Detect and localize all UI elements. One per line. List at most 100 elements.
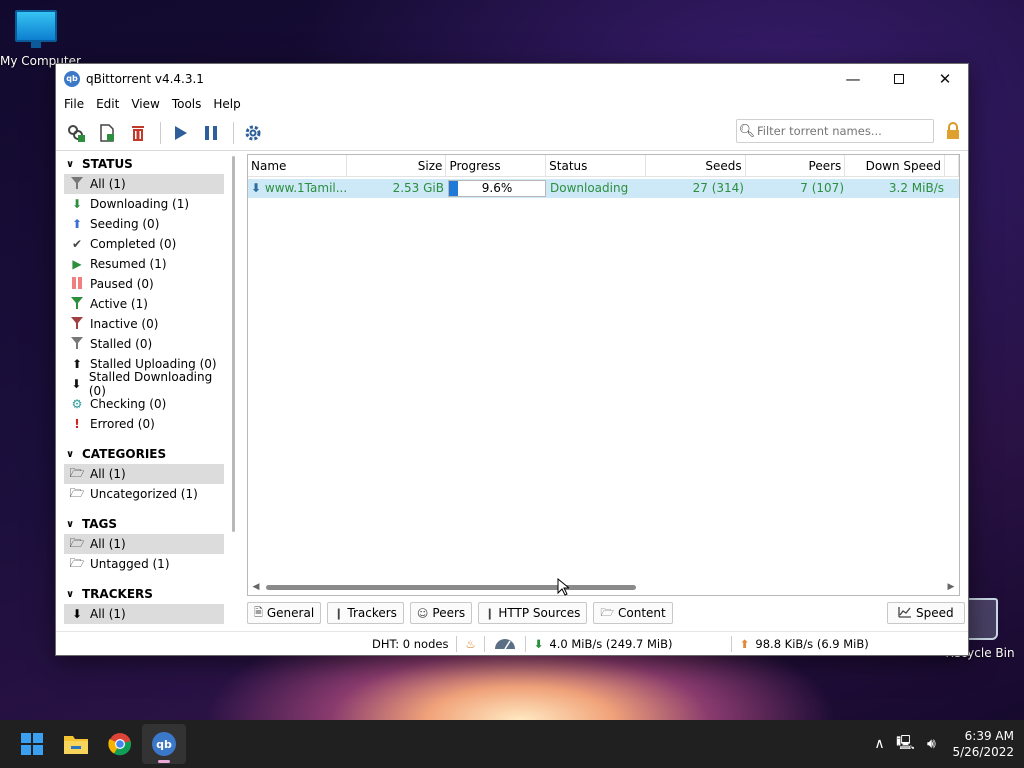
search-icon: 🔍︎ — [738, 123, 756, 139]
chevron-up-icon[interactable]: ∧ — [866, 736, 892, 752]
tab-label: Content — [618, 606, 666, 620]
add-torrent-file-button[interactable] — [93, 119, 121, 147]
clock-time: 6:39 AM — [964, 729, 1014, 743]
tag-label: All (1) — [90, 537, 126, 551]
clock-date: 5/26/2022 — [952, 745, 1014, 759]
file-explorer-button[interactable] — [54, 724, 98, 764]
status-filter-item[interactable]: Inactive (0) — [64, 314, 224, 334]
tab-content[interactable]: 🗁︎ Content — [593, 602, 673, 624]
menu-file[interactable]: File — [58, 97, 90, 111]
delete-button[interactable] — [124, 119, 152, 147]
category-item-all[interactable]: 🗁︎ All (1) — [64, 464, 224, 484]
upload-speed-status[interactable]: ⬆︎ 98.8 KiB/s (6.9 MiB) — [732, 632, 877, 656]
download-speed-status[interactable]: ⬇︎ 4.0 MiB/s (249.7 MiB) — [526, 632, 731, 656]
resume-icon — [175, 125, 187, 140]
qbittorrent-taskbar-button[interactable]: qb — [142, 724, 186, 764]
horizontal-scrollbar[interactable]: ◀ ▶ — [248, 579, 959, 595]
status-filter-item[interactable]: ▶︎ Resumed (1) — [64, 254, 224, 274]
options-gear-icon — [245, 125, 261, 140]
scroll-left-icon[interactable]: ◀ — [248, 582, 264, 592]
status-filter-item[interactable]: Paused (0) — [64, 274, 224, 294]
categories-section-header[interactable]: ∨ CATEGORIES — [64, 444, 236, 464]
title-bar[interactable]: qb qBittorrent v4.4.3.1 — ✕ — [56, 64, 968, 93]
menu-edit[interactable]: Edit — [90, 97, 125, 111]
tab-general[interactable]: 🗎︎ General — [247, 602, 322, 624]
close-button[interactable]: ✕ — [922, 64, 968, 93]
tag-item-all[interactable]: 🗁︎ All (1) — [64, 534, 224, 554]
menu-tools[interactable]: Tools — [166, 97, 208, 111]
transfer-list: Name Size Progress Status Seeds Peers Do… — [247, 154, 960, 596]
status-filter-item[interactable]: Active (1) — [64, 294, 224, 314]
desktop-icon-my-computer[interactable]: My Computer — [0, 10, 81, 68]
trackers-section-header[interactable]: ∨ TRACKERS — [64, 584, 236, 604]
tab-http-sources[interactable]: ❙ HTTP Sources — [478, 602, 588, 624]
status-filter-item[interactable]: ✔︎ Completed (0) — [64, 234, 224, 254]
mouse-cursor-icon — [557, 578, 569, 596]
status-filter-label: Stalled Uploading (0) — [90, 357, 217, 371]
status-filter-item[interactable]: All (1) — [64, 174, 224, 194]
sidebar-scrollbar[interactable] — [232, 156, 235, 532]
speed-limits-icon[interactable] — [485, 632, 525, 656]
error-icon: ! — [74, 417, 80, 431]
connection-status-icon[interactable]: ♨︎ — [457, 632, 483, 656]
tracker-item-all[interactable]: ⬇︎ All (1) — [64, 604, 224, 624]
status-filter-label: Stalled (0) — [90, 337, 153, 351]
tab-label: Speed — [916, 606, 954, 620]
network-icon[interactable]: 🖳︎ — [892, 732, 918, 756]
column-header-peers[interactable]: Peers — [746, 155, 846, 177]
column-header-progress[interactable]: Progress — [446, 155, 547, 177]
add-torrent-link-button[interactable] — [62, 119, 90, 147]
qbittorrent-window: qb qBittorrent v4.4.3.1 — ✕ File Edit Vi… — [55, 63, 969, 656]
chevron-down-icon: ∨ — [66, 588, 75, 600]
status-filter-item[interactable]: ⬇︎ Downloading (1) — [64, 194, 224, 214]
maximize-button[interactable] — [876, 64, 922, 93]
tag-item-untagged[interactable]: 🗁︎ Untagged (1) — [64, 554, 224, 574]
menu-view[interactable]: View — [125, 97, 165, 111]
column-header-extra[interactable] — [945, 155, 959, 177]
status-filter-item[interactable]: ! Errored (0) — [64, 414, 224, 434]
checkmark-icon: ✔︎ — [71, 237, 83, 251]
volume-icon[interactable]: 🔊︎ — [918, 736, 944, 752]
tab-trackers[interactable]: ❙ Trackers — [327, 602, 404, 624]
column-header-down-speed[interactable]: Down Speed — [845, 155, 946, 177]
column-header-name[interactable]: Name — [248, 155, 347, 177]
tags-section-header[interactable]: ∨ TAGS — [64, 514, 236, 534]
chrome-button[interactable] — [98, 724, 142, 764]
status-filter-item[interactable]: Stalled (0) — [64, 334, 224, 354]
minimize-icon: — — [845, 69, 861, 88]
scroll-track[interactable] — [264, 579, 943, 595]
clock[interactable]: 6:39 AM 5/26/2022 — [952, 728, 1014, 760]
status-filter-label: Resumed (1) — [90, 257, 167, 271]
chevron-down-icon: ∨ — [66, 518, 75, 530]
scroll-right-icon[interactable]: ▶ — [943, 582, 959, 592]
start-button[interactable] — [10, 724, 54, 764]
lock-icon[interactable] — [944, 121, 962, 146]
minimize-button[interactable]: — — [830, 64, 876, 93]
torrent-peers: 7 (107) — [800, 181, 844, 195]
resume-button[interactable] — [166, 119, 194, 147]
category-item-uncategorized[interactable]: 🗁︎ Uncategorized (1) — [64, 484, 224, 504]
filter-torrent-search[interactable]: 🔍︎ — [736, 119, 934, 143]
pause-icon — [68, 276, 86, 292]
peers-icon: ☺︎ — [416, 606, 429, 620]
section-title: CATEGORIES — [82, 447, 167, 461]
status-filter-item[interactable]: ⬆︎ Seeding (0) — [64, 214, 224, 234]
status-filter-item[interactable]: ⬇︎ Stalled Downloading (0) — [64, 370, 224, 398]
menu-help[interactable]: Help — [207, 97, 246, 111]
status-filter-label: Completed (0) — [90, 237, 177, 251]
column-header-size[interactable]: Size — [347, 155, 447, 177]
status-filter-label: Paused (0) — [90, 277, 154, 291]
options-button[interactable] — [239, 119, 267, 147]
up-arrow-icon: ⬆︎ — [71, 357, 83, 371]
progress-fill — [449, 181, 459, 196]
column-header-status[interactable]: Status — [546, 155, 646, 177]
search-input[interactable] — [757, 124, 927, 138]
add-torrent-link-icon — [68, 124, 85, 142]
table-row[interactable]: ⬇︎ www.1Tamil... 2.53 GiB 9.6% Downloadi… — [248, 179, 959, 198]
tab-speed[interactable]: Speed — [887, 602, 965, 624]
pause-button[interactable] — [197, 119, 225, 147]
status-section-header[interactable]: ∨ STATUS — [64, 154, 236, 174]
scroll-thumb[interactable] — [266, 585, 636, 590]
column-header-seeds[interactable]: Seeds — [646, 155, 746, 177]
tab-peers[interactable]: ☺︎ Peers — [409, 602, 473, 624]
